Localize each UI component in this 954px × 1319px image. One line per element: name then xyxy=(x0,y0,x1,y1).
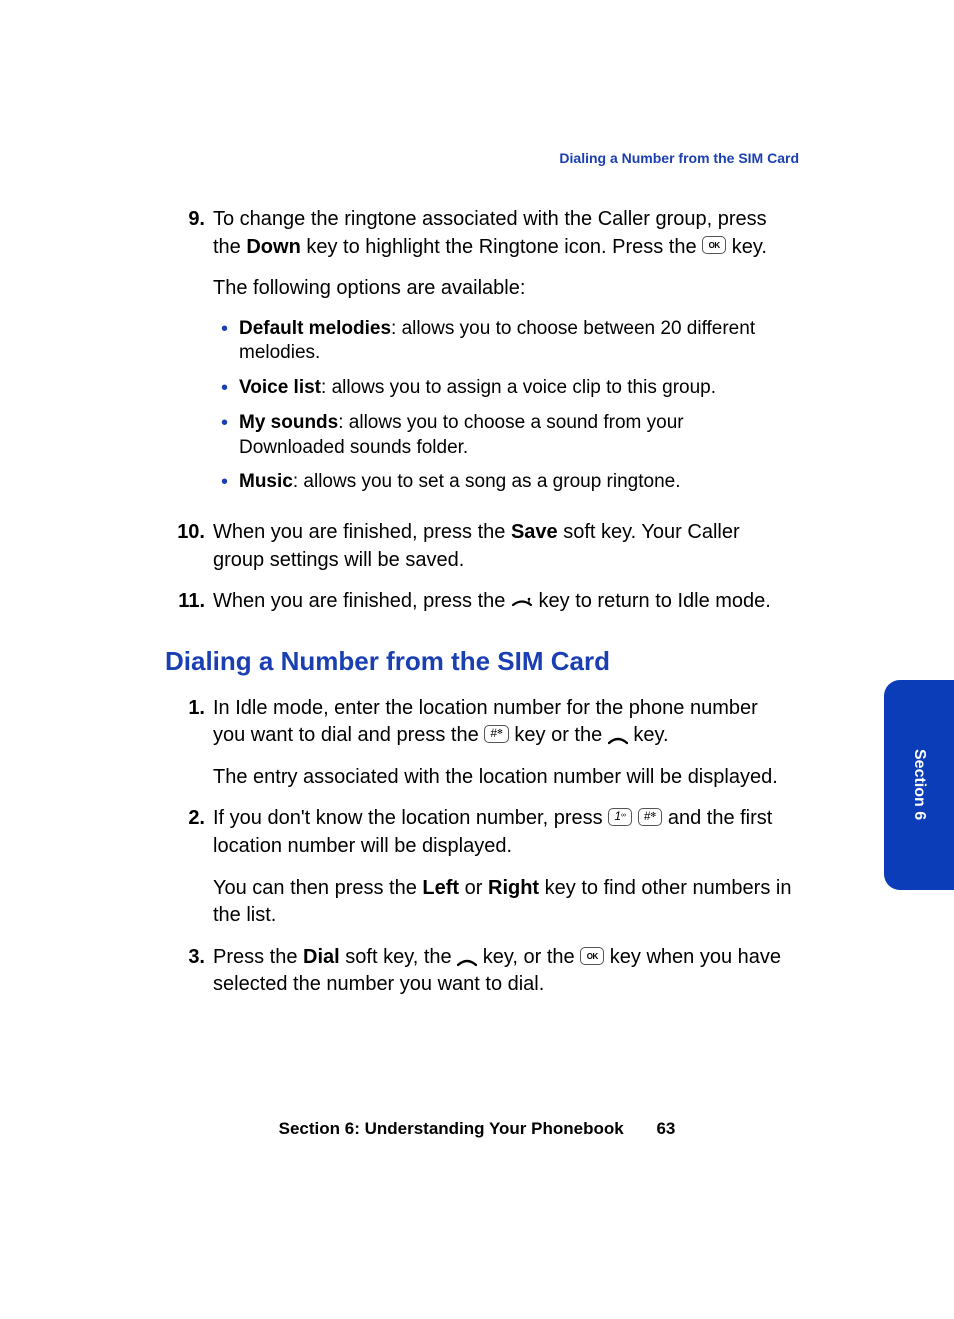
ok-key-icon: OK xyxy=(702,236,726,254)
list-item: Voice list: allows you to assign a voice… xyxy=(239,376,794,401)
bold-text: Voice list xyxy=(239,377,321,398)
section-tab: Section 6 xyxy=(884,680,954,890)
bold-text: Left xyxy=(422,877,459,899)
text: : allows you to set a song as a group ri… xyxy=(293,471,681,492)
step-body: If you don't know the location number, p… xyxy=(213,805,794,929)
bold-text: Down xyxy=(246,236,300,258)
text: : allows you to assign a voice clip to t… xyxy=(321,377,716,398)
step-body: When you are finished, press the key to … xyxy=(213,588,794,616)
one-key-icon: 1∞ xyxy=(608,808,632,826)
step-body: Press the Dial soft key, the key, or the… xyxy=(213,944,794,999)
options-list: Default melodies: allows you to choose b… xyxy=(213,317,794,495)
text: When you are finished, press the xyxy=(213,521,511,543)
text: You can then press the xyxy=(213,877,422,899)
page-content: Dialing a Number from the SIM Card 9. To… xyxy=(0,0,954,999)
step-number: 2. xyxy=(173,805,205,929)
list-item: Music: allows you to set a song as a gro… xyxy=(239,470,794,495)
end-call-key-icon xyxy=(511,592,533,608)
footer-section: Section 6: Understanding Your Phonebook xyxy=(279,1119,624,1138)
bold-text: Default melodies xyxy=(239,318,391,339)
bold-text: Dial xyxy=(303,946,340,968)
text: Press the xyxy=(213,946,303,968)
text: key, or the xyxy=(477,946,580,968)
hash-key-icon: #✻ xyxy=(638,808,663,826)
text: soft key, the xyxy=(340,946,457,968)
sim-step-1: 1. In Idle mode, enter the location numb… xyxy=(165,695,794,792)
hash-key-icon: #✻ xyxy=(484,725,509,743)
step-paragraph: The following options are available: xyxy=(213,275,794,303)
step-body: To change the ringtone associated with t… xyxy=(213,206,794,505)
page-footer: Section 6: Understanding Your Phonebook … xyxy=(0,1119,954,1139)
page-number: 63 xyxy=(656,1119,675,1138)
step-paragraph: When you are finished, press the Save so… xyxy=(213,519,794,574)
step-paragraph: Press the Dial soft key, the key, or the… xyxy=(213,944,794,999)
text: key. xyxy=(726,236,767,258)
step-number: 11. xyxy=(173,588,205,616)
step-number: 3. xyxy=(173,944,205,999)
step-paragraph: If you don't know the location number, p… xyxy=(213,805,794,860)
step-number: 1. xyxy=(173,695,205,792)
step-body: In Idle mode, enter the location number … xyxy=(213,695,794,792)
text: When you are finished, press the xyxy=(213,590,511,612)
text: If you don't know the location number, p… xyxy=(213,807,608,829)
step-paragraph: The entry associated with the location n… xyxy=(213,764,794,792)
list-item: Default melodies: allows you to choose b… xyxy=(239,317,794,366)
running-header: Dialing a Number from the SIM Card xyxy=(165,150,799,166)
step-9: 9. To change the ringtone associated wit… xyxy=(165,206,794,505)
step-paragraph: When you are finished, press the key to … xyxy=(213,588,794,616)
step-number: 10. xyxy=(173,519,205,574)
step-body: When you are finished, press the Save so… xyxy=(213,519,794,574)
bold-text: My sounds xyxy=(239,412,338,433)
send-key-icon xyxy=(608,729,628,741)
bold-text: Music xyxy=(239,471,293,492)
step-11: 11. When you are finished, press the key… xyxy=(165,588,794,616)
section-heading: Dialing a Number from the SIM Card xyxy=(165,646,794,677)
sim-step-2: 2. If you don't know the location number… xyxy=(165,805,794,929)
text: key to return to Idle mode. xyxy=(533,590,771,612)
list-item: My sounds: allows you to choose a sound … xyxy=(239,411,794,460)
text: or xyxy=(459,877,488,899)
text: key or the xyxy=(509,724,608,746)
send-key-icon xyxy=(457,951,477,963)
text: key to highlight the Ringtone icon. Pres… xyxy=(301,236,702,258)
step-paragraph: You can then press the Left or Right key… xyxy=(213,875,794,930)
step-number: 9. xyxy=(173,206,205,505)
section-tab-label: Section 6 xyxy=(910,749,928,820)
bold-text: Save xyxy=(511,521,558,543)
ok-key-icon: OK xyxy=(580,947,604,965)
step-paragraph: To change the ringtone associated with t… xyxy=(213,206,794,261)
sim-step-3: 3. Press the Dial soft key, the key, or … xyxy=(165,944,794,999)
bold-text: Right xyxy=(488,877,539,899)
step-10: 10. When you are finished, press the Sav… xyxy=(165,519,794,574)
text: key. xyxy=(628,724,669,746)
step-paragraph: In Idle mode, enter the location number … xyxy=(213,695,794,750)
